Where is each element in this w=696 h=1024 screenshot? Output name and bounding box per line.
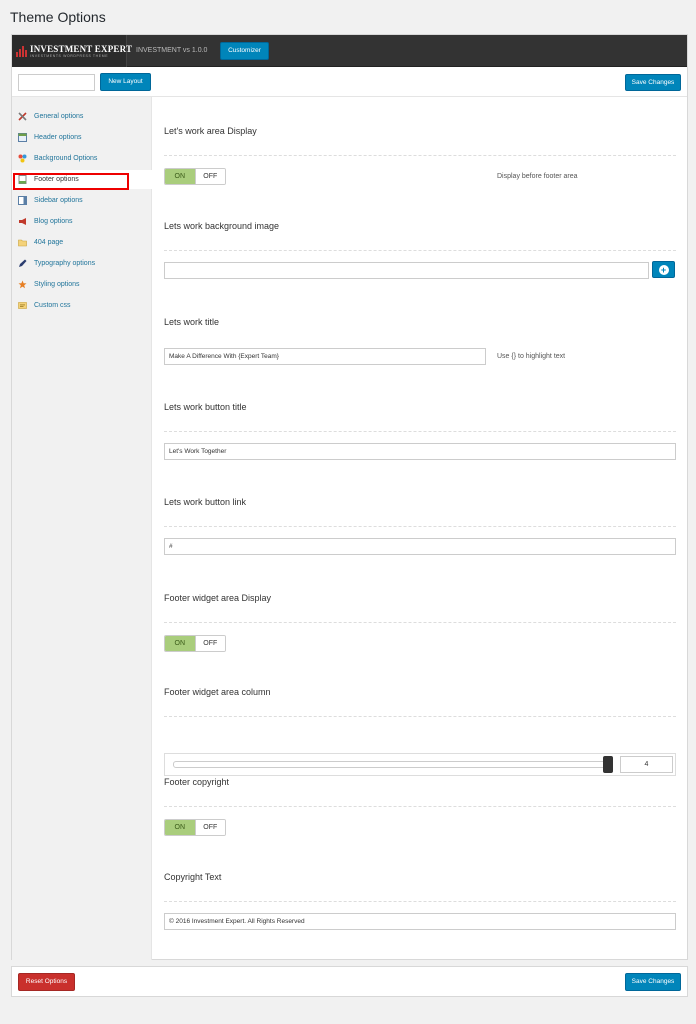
search-input[interactable] [18, 74, 95, 91]
sidebar-item-label: Header options [34, 134, 82, 141]
options-footer-bar: Reset Options Save Changes [11, 966, 688, 997]
customizer-button[interactable]: Customizer [220, 42, 269, 60]
field-label-footer-widget-display: Footer widget area Display [164, 593, 272, 603]
logo-name: INVESTMENT EXPERT [30, 44, 133, 54]
sidebar-item-header[interactable]: Header options [12, 128, 152, 147]
sidebar-item-label: Custom css [34, 302, 71, 309]
options-content: Let's work area Display ON OFF Display b… [153, 97, 687, 960]
new-layout-button[interactable]: New Layout [100, 73, 151, 91]
toggle-off[interactable]: OFF [195, 820, 225, 835]
divider [164, 250, 676, 251]
logo-mark-icon [16, 45, 27, 57]
footer-copyright-toggle[interactable]: ON OFF [164, 819, 226, 836]
pen-icon [18, 259, 27, 268]
options-toolbar: New Layout Save Changes [12, 68, 687, 97]
palette-icon [18, 154, 27, 163]
sidebar-item-label: 404 page [34, 239, 64, 246]
logo-tagline: INVESTMENTS WORDPRESS THEME [30, 54, 109, 58]
slider-track[interactable] [173, 761, 613, 768]
sidebar-item-typography[interactable]: Typography options [12, 254, 152, 273]
lets-work-title-description: Use {} to highlight text [497, 353, 566, 360]
divider [164, 155, 676, 156]
page-title: Theme Options [10, 9, 106, 25]
sidebar-item-label: Typography options [34, 260, 96, 267]
toggle-on[interactable]: ON [165, 169, 196, 184]
wrench-pencil-icon [18, 112, 27, 121]
layout-header-icon [18, 133, 27, 142]
lets-work-display-description: Display before footer area [497, 173, 578, 180]
paint-star-icon [18, 280, 27, 289]
footer-widget-column-slider: 4 [164, 753, 676, 776]
reset-options-button[interactable]: Reset Options [18, 973, 75, 991]
sidebar-item-sidebar[interactable]: Sidebar options [12, 191, 152, 210]
sidebar-item-general[interactable]: General options [12, 107, 152, 126]
slider-value-input[interactable]: 4 [620, 756, 673, 773]
lets-work-display-toggle[interactable]: ON OFF [164, 168, 226, 185]
sidebar-item-label: Styling options [34, 281, 80, 288]
upload-image-button[interactable]: + [652, 261, 675, 278]
lets-work-title-input[interactable]: Make A Difference With {Expert Team} [164, 348, 486, 365]
sidebar-item-footer[interactable]: Footer options [12, 170, 153, 189]
css-card-icon [18, 301, 27, 310]
field-label-lets-work-bg: Lets work background image [164, 221, 280, 231]
toggle-on[interactable]: ON [165, 636, 196, 651]
field-label-lets-work-display: Let's work area Display [164, 126, 257, 136]
sidebar-item-custom-css[interactable]: Custom css [12, 296, 152, 315]
options-panel: INVESTMENT EXPERT INVESTMENTS WORDPRESS … [11, 34, 688, 960]
brand-logo: INVESTMENT EXPERT INVESTMENTS WORDPRESS … [12, 35, 132, 67]
divider [164, 622, 676, 623]
save-changes-button-bottom[interactable]: Save Changes [625, 973, 681, 991]
theme-version: INVESTMENT vs 1.0.0 [136, 47, 208, 54]
field-label-copyright-text: Copyright Text [164, 872, 222, 882]
options-header: INVESTMENT EXPERT INVESTMENTS WORDPRESS … [12, 35, 687, 67]
field-label-lets-work-button-link: Lets work button link [164, 497, 247, 507]
sidebar-item-label: Blog options [34, 218, 73, 225]
divider [164, 901, 676, 902]
folder-image-icon [18, 238, 27, 247]
lets-work-bg-input[interactable] [164, 262, 649, 279]
divider [164, 526, 676, 527]
sidebar-item-label: General options [34, 113, 84, 120]
sidebar-item-label: Sidebar options [34, 197, 83, 204]
footer-page-icon [18, 175, 27, 184]
lets-work-button-title-input[interactable]: Let's Work Together [164, 443, 676, 460]
plus-icon: + [658, 264, 669, 275]
field-label-lets-work-button-title: Lets work button title [164, 402, 247, 412]
field-label-footer-copyright: Footer copyright [164, 777, 230, 787]
lets-work-button-link-input[interactable]: # [164, 538, 676, 555]
field-label-footer-widget-column: Footer widget area column [164, 687, 271, 697]
divider [164, 716, 676, 717]
options-sidebar: General options Header options Backgroun… [12, 97, 153, 960]
divider [164, 431, 676, 432]
sidebar-item-404[interactable]: 404 page [12, 233, 152, 252]
megaphone-icon [18, 217, 27, 226]
toggle-off[interactable]: OFF [195, 169, 225, 184]
save-changes-button-top[interactable]: Save Changes [625, 74, 681, 91]
sidebar-item-label: Footer options [34, 176, 79, 183]
copyright-text-input[interactable]: © 2016 Investment Expert. All Rights Res… [164, 913, 676, 930]
field-label-lets-work-title: Lets work title [164, 317, 220, 327]
slider-handle[interactable] [603, 756, 613, 773]
divider [164, 806, 676, 807]
toggle-off[interactable]: OFF [195, 636, 225, 651]
toggle-on[interactable]: ON [165, 820, 196, 835]
footer-widget-display-toggle[interactable]: ON OFF [164, 635, 226, 652]
sidebar-item-styling[interactable]: Styling options [12, 275, 152, 294]
sidebar-item-blog[interactable]: Blog options [12, 212, 152, 231]
sidebar-item-label: Background Options [34, 155, 98, 162]
sidebar-layout-icon [18, 196, 27, 205]
sidebar-item-background[interactable]: Background Options [12, 149, 152, 168]
